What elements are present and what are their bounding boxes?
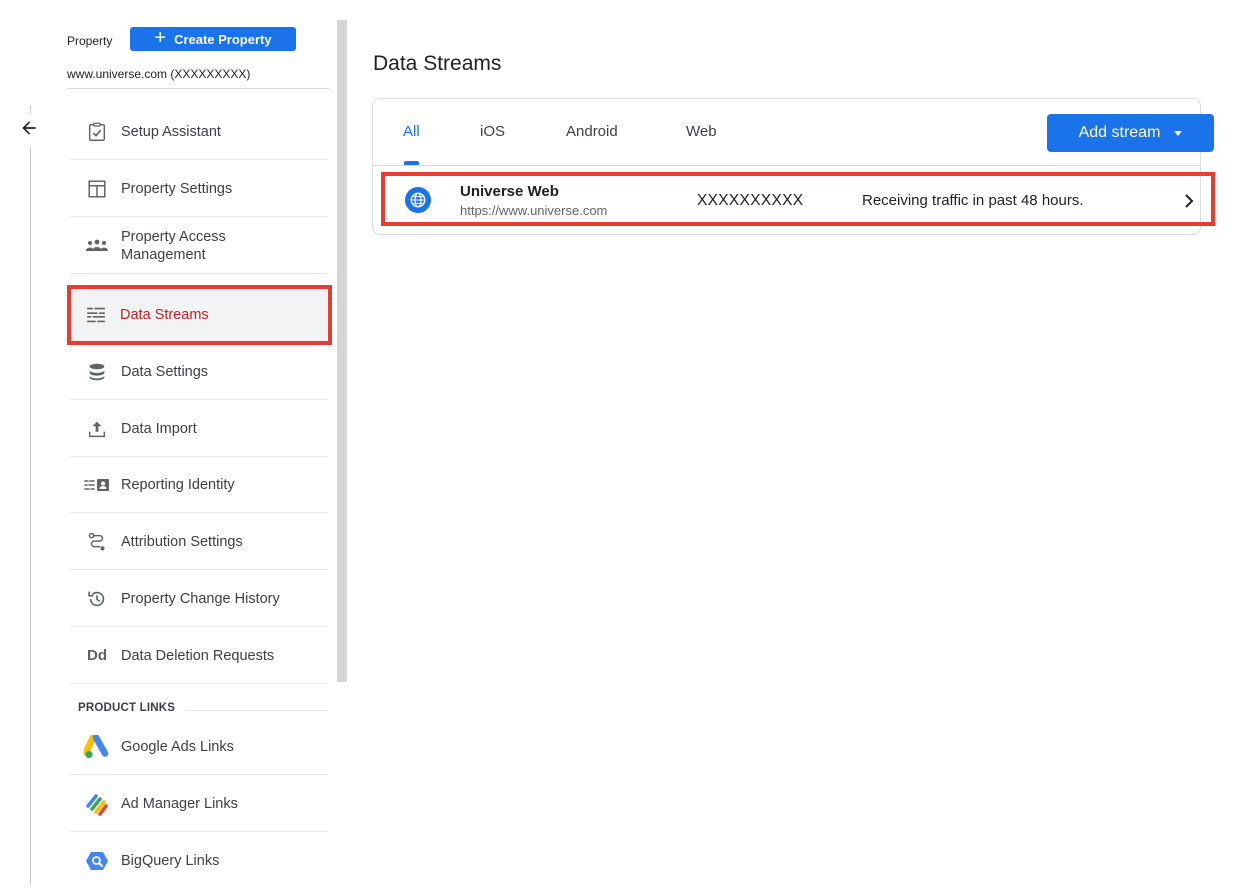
streams-icon [76,303,116,327]
tab-ios[interactable]: iOS [480,123,505,140]
sidebar-item-label: Data Import [121,420,197,437]
sidebar-item-property-access-management[interactable]: Property Access Management [70,218,328,274]
people-icon [77,234,117,258]
globe-icon [405,187,431,213]
property-header: Property + Create Property www.universe.… [67,26,329,89]
sidebar-item-property-settings[interactable]: Property Settings [70,161,328,217]
database-icon [77,360,117,384]
stream-tabs: All iOS Android Web Add stream [373,99,1214,166]
data-streams-card: All iOS Android Web Add stream Universe … [372,98,1215,235]
stream-status: Receiving traffic in past 48 hours. [862,192,1084,209]
sidebar-item-data-deletion-requests[interactable]: Dd Data Deletion Requests [70,628,328,684]
add-stream-label: Add stream [1078,124,1161,141]
sidebar-item-setup-assistant[interactable]: Setup Assistant [70,104,328,160]
sidebar-item-label: Data Settings [121,363,209,380]
sidebar-item-label: Setup Assistant [121,123,221,140]
sidebar-item-label: Attribution Settings [121,533,243,550]
add-stream-button[interactable]: Add stream [1047,114,1214,152]
sidebar-item-attribution-settings[interactable]: Attribution Settings [70,514,328,570]
sidebar-item-label: Property Change History [121,590,280,607]
clipboard-check-icon [77,120,117,144]
create-property-label: Create Property [174,31,272,47]
tab-android[interactable]: Android [566,123,618,140]
google-ads-icon [77,734,117,759]
plus-icon: + [154,27,167,49]
property-label: Property [67,34,113,48]
layout-icon [77,177,117,201]
sidebar-item-label: Reporting Identity [121,476,235,493]
back-rail [30,105,31,885]
arrow-left-icon [19,118,39,143]
ad-manager-icon [77,792,117,816]
chevron-right-icon[interactable] [1179,189,1199,213]
sidebar-item-data-settings[interactable]: Data Settings [70,344,328,400]
property-name[interactable]: www.universe.com (XXXXXXXXX) [67,67,250,81]
active-tab-indicator [404,161,419,165]
sidebar-item-data-streams[interactable]: Data Streams [67,285,332,345]
caret-down-icon [1174,130,1183,136]
sidebar-item-reporting-identity[interactable]: Reporting Identity [70,457,328,513]
dd-icon: Dd [87,647,107,664]
sidebar-item-label: Data Deletion Requests [121,647,275,664]
create-property-button[interactable]: + Create Property [130,27,296,51]
tab-web[interactable]: Web [686,123,717,140]
sidebar-item-ad-manager-links[interactable]: Ad Manager Links [70,776,328,832]
stream-id: XXXXXXXXXX [697,192,804,209]
bigquery-icon [77,849,117,873]
sidebar-item-label: BigQuery Links [121,853,220,869]
page-title: Data Streams [373,52,502,75]
path-icon [77,530,117,554]
stream-url: https://www.universe.com [460,203,608,218]
sidebar-item-label: Data Streams [120,307,209,323]
sidebar-item-label: Ad Manager Links [121,795,238,812]
sidebar-item-bigquery-links[interactable]: BigQuery Links [70,833,328,889]
sidebar-item-data-import[interactable]: Data Import [70,401,328,457]
tab-all[interactable]: All [403,123,420,140]
product-links-divider [185,710,328,711]
sidebar-item-label: Property Settings [121,180,233,197]
identity-icon [77,473,117,497]
sidebar-item-property-change-history[interactable]: Property Change History [70,571,328,627]
stream-row-universe-web[interactable]: Universe Web https://www.universe.com XX… [381,172,1215,226]
sidebar-item-label: Property Access Management [121,228,226,263]
sidebar-item-label: Google Ads Links [121,738,234,755]
stream-name: Universe Web [460,183,559,200]
sidebar-scrollbar[interactable] [337,20,347,682]
back-button[interactable] [10,113,48,147]
upload-icon [77,417,117,441]
sidebar-item-google-ads-links[interactable]: Google Ads Links [70,719,328,775]
history-icon [77,587,117,611]
product-links-heading: PRODUCT LINKS [78,702,176,714]
